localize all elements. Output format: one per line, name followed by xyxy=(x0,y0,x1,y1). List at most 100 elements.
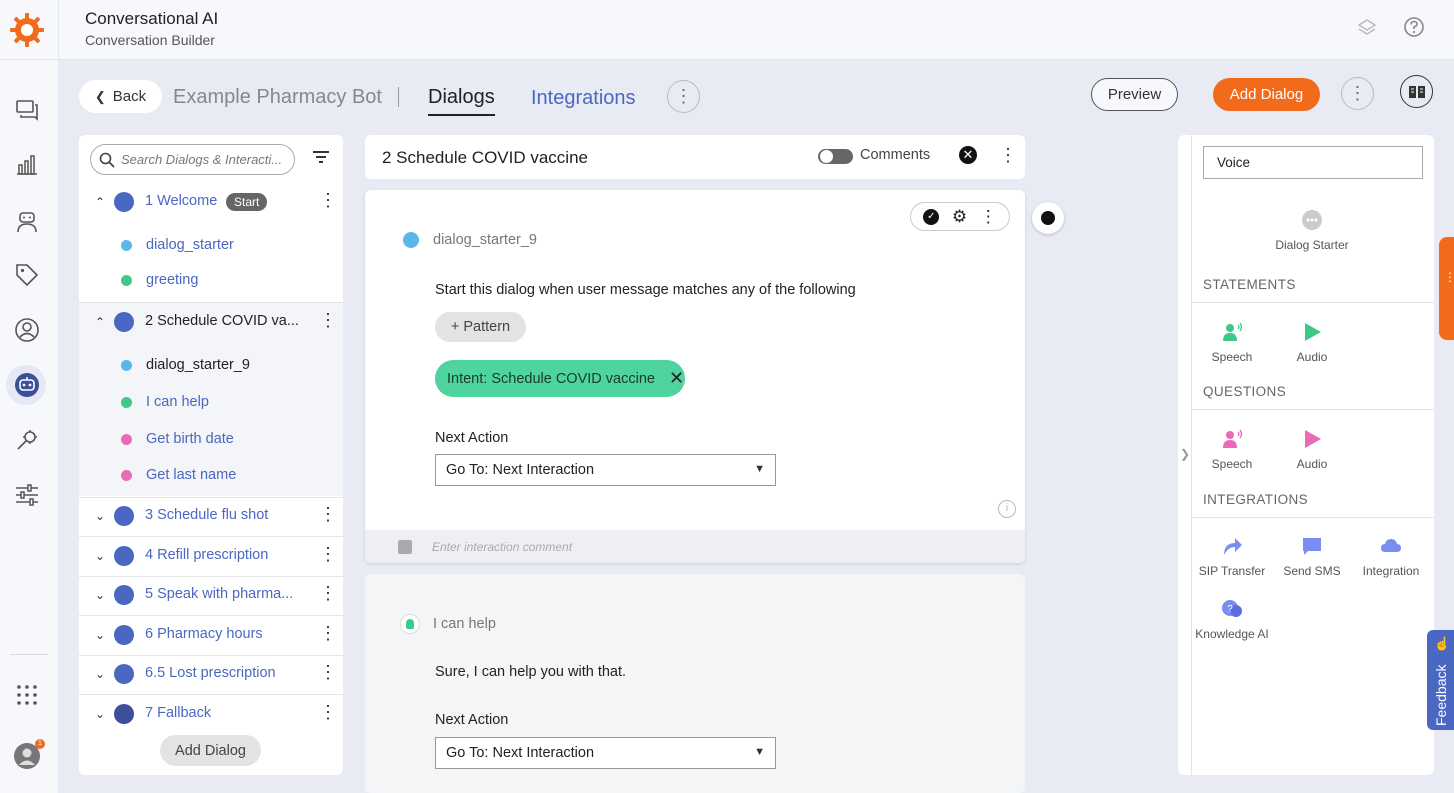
chevron-up-icon[interactable]: ⌃ xyxy=(95,315,105,329)
filter-icon[interactable] xyxy=(313,150,329,169)
tool-dialog-starter[interactable]: Dialog Starter xyxy=(1272,209,1352,252)
dialog-more-icon[interactable]: ⋮ xyxy=(319,662,337,683)
apps-grid-icon[interactable] xyxy=(12,680,42,710)
cloud-icon xyxy=(1381,539,1401,552)
chevron-down-icon[interactable]: ⌄ xyxy=(95,707,105,721)
dialog-row[interactable]: ⌄ 7 Fallback ⋮ xyxy=(79,694,343,734)
interaction-item[interactable]: greeting xyxy=(121,270,198,290)
dialog-row[interactable]: ⌄ 6.5 Lost prescription ⋮ xyxy=(79,654,343,694)
interaction-card-statement: I can help Sure, I can help you with tha… xyxy=(365,574,1025,793)
add-dialog-list-button[interactable]: Add Dialog xyxy=(160,735,261,766)
kebab-icon: ⋮ xyxy=(1444,270,1454,284)
dialog-row-welcome[interactable]: ⌃ 1 Welcome ⋮ xyxy=(79,182,343,222)
interaction-item[interactable]: Get birth date xyxy=(121,429,234,449)
chevron-down-icon[interactable]: ⌄ xyxy=(95,549,105,563)
interaction-item-selected[interactable]: dialog_starter_9 xyxy=(121,355,250,375)
tool-knowledge-ai[interactable]: ? Knowledge AI xyxy=(1192,598,1272,641)
add-dialog-button[interactable]: Add Dialog xyxy=(1213,78,1320,111)
tool-integration[interactable]: Integration xyxy=(1351,535,1431,578)
feedback-label: Feedback xyxy=(1433,664,1449,726)
intent-chip[interactable]: Intent: Schedule COVID vaccine ✕ xyxy=(435,360,685,397)
speech-question-icon xyxy=(121,433,132,445)
back-button[interactable]: ❮ Back xyxy=(79,80,162,113)
dialog-row-covid[interactable]: ⌃ 2 Schedule COVID va... ⋮ xyxy=(79,302,343,342)
dialog-row[interactable]: ⌄ 6 Pharmacy hours ⋮ xyxy=(79,615,343,655)
layers-icon[interactable] xyxy=(1357,18,1377,43)
dialog-more-icon[interactable]: ⋮ xyxy=(319,583,337,604)
dialog-more-icon[interactable]: ⋮ xyxy=(319,190,337,211)
header-divider xyxy=(58,0,59,60)
dialog-more-icon[interactable]: ⋮ xyxy=(319,310,337,331)
header-more-button[interactable]: ⋮ xyxy=(1341,77,1374,110)
dialog-more-icon[interactable]: ⋮ xyxy=(319,504,337,525)
settings-sliders-icon[interactable] xyxy=(12,480,42,510)
interaction-item[interactable]: I can help xyxy=(121,392,209,412)
dialog-more-icon[interactable]: ⋮ xyxy=(319,702,337,723)
tab-integrations[interactable]: Integrations xyxy=(531,87,636,110)
preview-button[interactable]: Preview xyxy=(1091,78,1178,111)
logo-icon[interactable] xyxy=(9,12,45,48)
comments-toggle[interactable] xyxy=(818,149,853,164)
interaction-item[interactable]: dialog_starter xyxy=(121,235,234,255)
dialog-row[interactable]: ⌄ 4 Refill prescription ⋮ xyxy=(79,536,343,576)
chevron-down-icon[interactable]: ⌄ xyxy=(95,667,105,681)
close-icon[interactable]: ✕ xyxy=(959,146,977,164)
remove-intent-icon[interactable]: ✕ xyxy=(669,368,684,389)
comment-bar[interactable]: Enter interaction comment xyxy=(365,530,1025,563)
analytics-icon[interactable] xyxy=(12,150,42,180)
tool-label: SIP Transfer xyxy=(1198,564,1266,578)
transfer-arrow-icon xyxy=(1224,538,1242,555)
bot-avatar-icon[interactable] xyxy=(1032,202,1064,234)
chevron-down-icon[interactable]: ⌄ xyxy=(95,509,105,523)
side-drawer-tab[interactable]: ⋮ xyxy=(1439,237,1454,340)
dialog-row[interactable]: ⌄ 5 Speak with pharma... ⋮ xyxy=(79,575,343,615)
dialog-more-icon[interactable]: ⋮ xyxy=(319,623,337,644)
section-title: INTEGRATIONS xyxy=(1203,492,1309,507)
docs-button[interactable] xyxy=(1400,75,1433,108)
help-icon[interactable] xyxy=(1403,16,1425,43)
tab-dialogs[interactable]: Dialogs xyxy=(428,86,495,116)
add-pattern-button[interactable]: + Pattern xyxy=(435,312,526,342)
interaction-label: I can help xyxy=(146,394,209,410)
tool-send-sms[interactable]: Send SMS xyxy=(1272,535,1352,578)
bot-icon[interactable] xyxy=(12,370,42,400)
messages-icon[interactable] xyxy=(12,95,42,125)
card-more-icon[interactable]: ⋮ xyxy=(980,207,997,227)
channel-select[interactable]: Voice xyxy=(1203,146,1423,179)
gear-icon[interactable]: ⚙ xyxy=(952,207,967,227)
agent-icon[interactable] xyxy=(12,207,42,237)
audio-question-icon xyxy=(1305,430,1321,448)
info-icon[interactable]: i xyxy=(998,500,1016,518)
next-action-value: Go To: Next Interaction xyxy=(446,745,595,761)
section-divider xyxy=(1192,409,1434,410)
search-input[interactable]: Search Dialogs & Interacti... xyxy=(90,144,295,175)
feedback-tab[interactable]: ☝ Feedback xyxy=(1427,630,1454,730)
tool-speech-question[interactable]: Speech xyxy=(1192,428,1272,471)
dialog-more-icon[interactable]: ⋮ xyxy=(319,544,337,565)
check-icon[interactable]: ✓ xyxy=(923,208,940,225)
app-title: Conversational AI xyxy=(85,9,219,28)
dialog-label: 7 Fallback xyxy=(145,705,212,721)
editor-more-icon[interactable]: ⋮ xyxy=(999,145,1017,166)
left-rail: 1 xyxy=(0,60,58,793)
expand-chevron-icon[interactable]: ❯ xyxy=(1180,447,1190,461)
section-title: QUESTIONS xyxy=(1203,384,1287,399)
next-action-select[interactable]: Go To: Next Interaction ▼ xyxy=(435,454,776,486)
interaction-item[interactable]: Get last name xyxy=(121,465,236,485)
chevron-down-icon[interactable]: ⌄ xyxy=(95,588,105,602)
automation-icon[interactable] xyxy=(12,425,42,455)
tool-audio-question[interactable]: Audio xyxy=(1272,428,1352,471)
chevron-up-icon[interactable]: ⌃ xyxy=(95,195,105,209)
tool-sip-transfer[interactable]: SIP Transfer xyxy=(1192,535,1272,578)
tool-speech-statement[interactable]: Speech xyxy=(1192,321,1272,364)
next-action-select[interactable]: Go To: Next Interaction ▼ xyxy=(435,737,776,769)
fallback-icon xyxy=(114,704,134,724)
next-action-value: Go To: Next Interaction xyxy=(446,462,595,478)
dialog-icon xyxy=(114,506,134,526)
chevron-down-icon[interactable]: ⌄ xyxy=(95,628,105,642)
tag-icon[interactable] xyxy=(12,260,42,290)
tool-audio-statement[interactable]: Audio xyxy=(1272,321,1352,364)
bot-more-button[interactable]: ⋮ xyxy=(667,80,700,113)
dialog-row[interactable]: ⌄ 3 Schedule flu shot ⋮ xyxy=(79,496,343,536)
user-icon[interactable] xyxy=(12,315,42,345)
